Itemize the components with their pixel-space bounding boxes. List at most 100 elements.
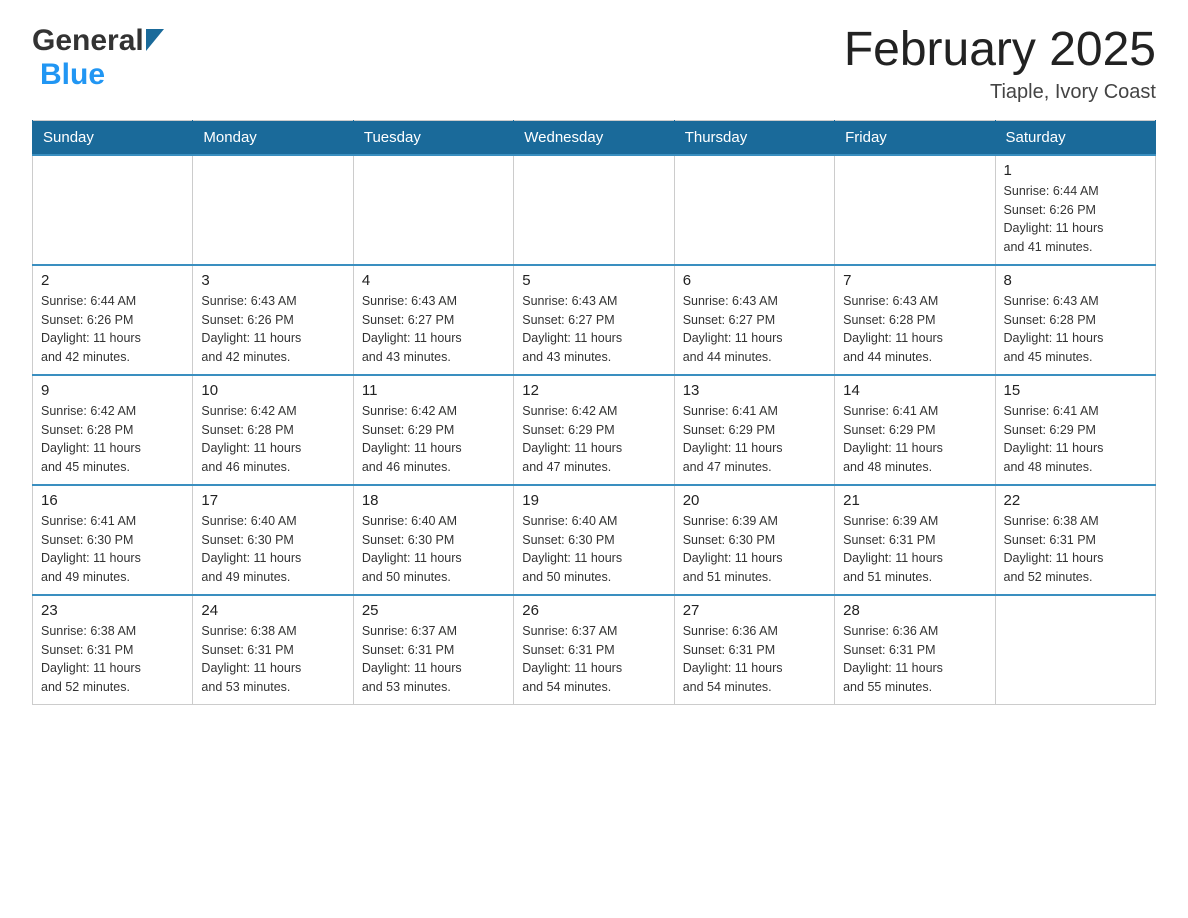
calendar-header-row: Sunday Monday Tuesday Wednesday Thursday…	[33, 120, 1156, 155]
day-info: Sunrise: 6:42 AM Sunset: 6:29 PM Dayligh…	[522, 402, 665, 477]
day-number: 24	[201, 602, 344, 619]
table-row: 7 Sunrise: 6:43 AM Sunset: 6:28 PM Daylig…	[835, 265, 995, 375]
table-row: 18 Sunrise: 6:40 AM Sunset: 6:30 PM Dayli…	[353, 485, 513, 595]
title-block: February 2025 Tiaple, Ivory Coast	[844, 24, 1156, 104]
day-number: 20	[683, 492, 826, 509]
day-info: Sunrise: 6:40 AM Sunset: 6:30 PM Dayligh…	[201, 512, 344, 587]
table-row: 8 Sunrise: 6:43 AM Sunset: 6:28 PM Daylig…	[995, 265, 1155, 375]
day-info: Sunrise: 6:42 AM Sunset: 6:28 PM Dayligh…	[41, 402, 184, 477]
table-row: 5 Sunrise: 6:43 AM Sunset: 6:27 PM Daylig…	[514, 265, 674, 375]
table-row: 17 Sunrise: 6:40 AM Sunset: 6:30 PM Dayli…	[193, 485, 353, 595]
day-info: Sunrise: 6:39 AM Sunset: 6:30 PM Dayligh…	[683, 512, 826, 587]
day-number: 8	[1004, 272, 1147, 289]
table-row: 25Sunrise: 6:37 AM Sunset: 6:31 PM Dayli…	[353, 595, 513, 705]
day-number: 10	[201, 382, 344, 399]
day-number: 26	[522, 602, 665, 619]
day-info: Sunrise: 6:40 AM Sunset: 6:30 PM Dayligh…	[362, 512, 505, 587]
table-row: 21 Sunrise: 6:39 AM Sunset: 6:31 PM Dayli…	[835, 485, 995, 595]
table-row: 3 Sunrise: 6:43 AM Sunset: 6:26 PM Daylig…	[193, 265, 353, 375]
table-row: 20 Sunrise: 6:39 AM Sunset: 6:30 PM Dayli…	[674, 485, 834, 595]
calendar-table: Sunday Monday Tuesday Wednesday Thursday…	[32, 120, 1156, 706]
calendar-week-row: 2 Sunrise: 6:44 AM Sunset: 6:26 PM Daylig…	[33, 265, 1156, 375]
table-row: 11Sunrise: 6:42 AM Sunset: 6:29 PM Dayli…	[353, 375, 513, 485]
day-info: Sunrise: 6:41 AM Sunset: 6:29 PM Dayligh…	[683, 402, 826, 477]
col-wednesday: Wednesday	[514, 120, 674, 155]
table-row	[353, 155, 513, 265]
table-row	[835, 155, 995, 265]
day-number: 3	[201, 272, 344, 289]
day-number: 25	[362, 602, 505, 619]
day-info: Sunrise: 6:43 AM Sunset: 6:27 PM Dayligh…	[683, 292, 826, 367]
day-info: Sunrise: 6:36 AM Sunset: 6:31 PM Dayligh…	[843, 622, 986, 697]
table-row: 22 Sunrise: 6:38 AM Sunset: 6:31 PM Dayli…	[995, 485, 1155, 595]
day-number: 15	[1004, 382, 1147, 399]
day-info: Sunrise: 6:43 AM Sunset: 6:28 PM Dayligh…	[1004, 292, 1147, 367]
day-number: 4	[362, 272, 505, 289]
table-row: 9 Sunrise: 6:42 AM Sunset: 6:28 PM Daylig…	[33, 375, 193, 485]
day-number: 22	[1004, 492, 1147, 509]
table-row: 28 Sunrise: 6:36 AM Sunset: 6:31 PM Dayli…	[835, 595, 995, 705]
logo: General Blue	[32, 24, 164, 92]
day-info: Sunrise: 6:39 AM Sunset: 6:31 PM Dayligh…	[843, 512, 986, 587]
col-friday: Friday	[835, 120, 995, 155]
day-number: 18	[362, 492, 505, 509]
table-row: 19Sunrise: 6:40 AM Sunset: 6:30 PM Dayli…	[514, 485, 674, 595]
day-number: 23	[41, 602, 184, 619]
day-info: Sunrise: 6:38 AM Sunset: 6:31 PM Dayligh…	[41, 622, 184, 697]
table-row: 15 Sunrise: 6:41 AM Sunset: 6:29 PM Dayli…	[995, 375, 1155, 485]
day-info: Sunrise: 6:37 AM Sunset: 6:31 PM Dayligh…	[522, 622, 665, 697]
day-number: 2	[41, 272, 184, 289]
table-row: 13 Sunrise: 6:41 AM Sunset: 6:29 PM Dayli…	[674, 375, 834, 485]
day-number: 14	[843, 382, 986, 399]
day-info: Sunrise: 6:36 AM Sunset: 6:31 PM Dayligh…	[683, 622, 826, 697]
day-number: 21	[843, 492, 986, 509]
day-info: Sunrise: 6:38 AM Sunset: 6:31 PM Dayligh…	[1004, 512, 1147, 587]
day-info: Sunrise: 6:41 AM Sunset: 6:29 PM Dayligh…	[843, 402, 986, 477]
month-title: February 2025	[844, 24, 1156, 77]
location: Tiaple, Ivory Coast	[844, 81, 1156, 104]
logo-blue-text: Blue	[40, 58, 105, 91]
col-tuesday: Tuesday	[353, 120, 513, 155]
day-info: Sunrise: 6:41 AM Sunset: 6:30 PM Dayligh…	[41, 512, 184, 587]
day-info: Sunrise: 6:41 AM Sunset: 6:29 PM Dayligh…	[1004, 402, 1147, 477]
table-row: 23 Sunrise: 6:38 AM Sunset: 6:31 PM Dayli…	[33, 595, 193, 705]
day-number: 7	[843, 272, 986, 289]
day-number: 17	[201, 492, 344, 509]
day-number: 1	[1004, 162, 1147, 179]
day-info: Sunrise: 6:44 AM Sunset: 6:26 PM Dayligh…	[41, 292, 184, 367]
day-number: 9	[41, 382, 184, 399]
table-row	[33, 155, 193, 265]
table-row	[995, 595, 1155, 705]
calendar-week-row: 23 Sunrise: 6:38 AM Sunset: 6:31 PM Dayli…	[33, 595, 1156, 705]
col-thursday: Thursday	[674, 120, 834, 155]
calendar-week-row: 1 Sunrise: 6:44 AM Sunset: 6:26 PM Daylig…	[33, 155, 1156, 265]
day-number: 13	[683, 382, 826, 399]
table-row	[674, 155, 834, 265]
day-info: Sunrise: 6:42 AM Sunset: 6:28 PM Dayligh…	[201, 402, 344, 477]
table-row: 4Sunrise: 6:43 AM Sunset: 6:27 PM Daylig…	[353, 265, 513, 375]
table-row	[514, 155, 674, 265]
table-row: 10 Sunrise: 6:42 AM Sunset: 6:28 PM Dayli…	[193, 375, 353, 485]
logo-arrow-icon	[146, 29, 164, 51]
day-number: 27	[683, 602, 826, 619]
calendar-week-row: 16Sunrise: 6:41 AM Sunset: 6:30 PM Dayli…	[33, 485, 1156, 595]
day-info: Sunrise: 6:40 AM Sunset: 6:30 PM Dayligh…	[522, 512, 665, 587]
calendar-week-row: 9 Sunrise: 6:42 AM Sunset: 6:28 PM Daylig…	[33, 375, 1156, 485]
col-saturday: Saturday	[995, 120, 1155, 155]
day-number: 5	[522, 272, 665, 289]
table-row: 26 Sunrise: 6:37 AM Sunset: 6:31 PM Dayli…	[514, 595, 674, 705]
day-info: Sunrise: 6:44 AM Sunset: 6:26 PM Dayligh…	[1004, 182, 1147, 257]
table-row: 12 Sunrise: 6:42 AM Sunset: 6:29 PM Dayli…	[514, 375, 674, 485]
day-number: 12	[522, 382, 665, 399]
day-info: Sunrise: 6:43 AM Sunset: 6:26 PM Dayligh…	[201, 292, 344, 367]
day-info: Sunrise: 6:43 AM Sunset: 6:28 PM Dayligh…	[843, 292, 986, 367]
table-row: 24 Sunrise: 6:38 AM Sunset: 6:31 PM Dayli…	[193, 595, 353, 705]
table-row: 2 Sunrise: 6:44 AM Sunset: 6:26 PM Daylig…	[33, 265, 193, 375]
page-header: General Blue February 2025 Tiaple, Ivory…	[32, 24, 1156, 104]
day-number: 11	[362, 382, 505, 399]
col-monday: Monday	[193, 120, 353, 155]
day-info: Sunrise: 6:38 AM Sunset: 6:31 PM Dayligh…	[201, 622, 344, 697]
table-row: 6Sunrise: 6:43 AM Sunset: 6:27 PM Daylig…	[674, 265, 834, 375]
day-info: Sunrise: 6:43 AM Sunset: 6:27 PM Dayligh…	[522, 292, 665, 367]
day-number: 28	[843, 602, 986, 619]
